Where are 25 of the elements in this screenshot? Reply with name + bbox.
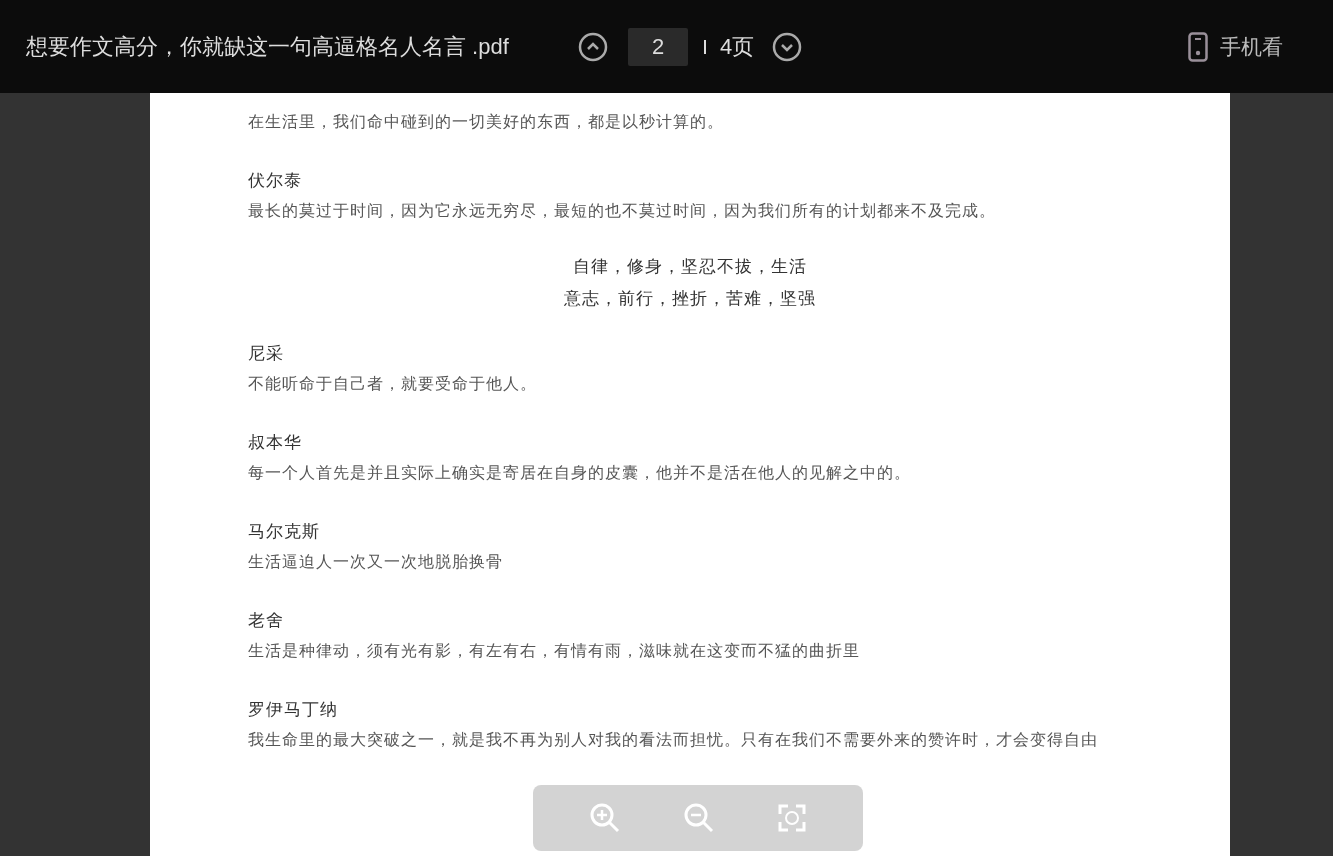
quote-author: 罗伊马丁纳	[248, 698, 339, 721]
previous-page-button[interactable]	[578, 31, 608, 62]
next-page-button[interactable]	[772, 31, 803, 62]
fit-page-icon[interactable]	[777, 803, 807, 833]
quote-text: 生活是种律动，须有光有影，有左有右，有情有雨，滋味就在这变而不猛的曲折里	[248, 640, 861, 662]
quote-author: 尼采	[248, 342, 285, 365]
centered-text-line: 意志，前行，挫折，苦难，坚强	[563, 287, 817, 310]
zoom-in-icon[interactable]	[589, 802, 621, 834]
mobile-view-button[interactable]: 手机看	[1188, 31, 1283, 62]
quote-author: 老舍	[248, 609, 285, 632]
centered-text-line: 自律，修身，坚忍不拔，生活	[572, 255, 808, 278]
quote-text: 不能听命于自己者，就要受命于他人。	[248, 373, 538, 395]
quote-text: 最长的莫过于时间，因为它永远无穷尽，最短的也不莫过时间，因为我们所有的计划都来不及完成。	[248, 200, 997, 222]
quote-text: 我生命里的最大突破之一，就是我不再为别人对我的看法而担忧。只有在我们不需要外来的赞许时，才会变得自由	[248, 729, 1099, 751]
phone-icon	[1188, 31, 1208, 62]
quote-author: 伏尔泰	[248, 169, 303, 192]
zoom-out-icon[interactable]	[683, 802, 715, 834]
page-number-field[interactable]: 2	[628, 27, 688, 66]
page-total: 4页	[720, 32, 755, 61]
quote-text: 在生活里，我们命中碰到的一切美好的东西，都是以秒计算的。	[248, 111, 725, 133]
document-title: 想要作文高分，你就缺这一句高逼格名人名言 .pdf	[26, 32, 510, 61]
quote-author: 马尔克斯	[248, 520, 321, 543]
quote-author: 叔本华	[248, 431, 303, 454]
quote-text: 每一个人首先是并且实际上确实是寄居在自身的皮囊，他并不是活在他人的见解之中的。	[248, 462, 912, 484]
quote-text: 生活逼迫人一次又一次地脱胎换骨	[248, 551, 504, 573]
